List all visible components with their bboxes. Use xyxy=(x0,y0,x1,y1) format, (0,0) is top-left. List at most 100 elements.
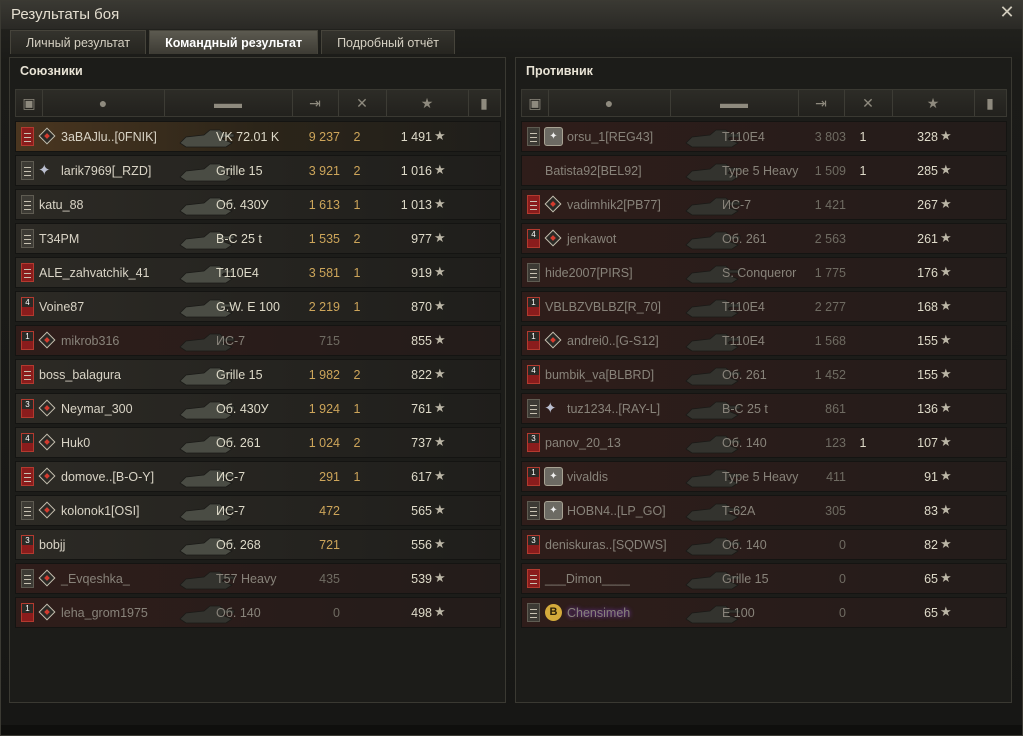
tank-icon[interactable]: ▬▬ xyxy=(670,90,799,116)
player-row[interactable]: ALE_zahvatchik_41 T110E4 3 581 1 919 ★ xyxy=(15,257,501,288)
damage-icon[interactable]: ⇥ xyxy=(292,90,339,116)
player-row[interactable]: Batista92[BEL92] Type 5 Heavy 1 509 1 285 ★ xyxy=(521,155,1007,186)
achievement-diamond-icon xyxy=(38,399,56,417)
player-row[interactable]: 1 andrei0..[G-S12] T110E4 1 568 155 ★ xyxy=(521,325,1007,356)
rank-stripe xyxy=(24,379,31,380)
tab-personal-result[interactable]: Личный результат xyxy=(10,30,147,54)
clan-emblem-icon: ✦ xyxy=(544,467,563,486)
tank-name: Об. 261 xyxy=(216,436,261,450)
tank-icon[interactable]: ▬▬ xyxy=(164,90,293,116)
xp-star-icon: ★ xyxy=(434,196,446,211)
player-name: orsu_1[REG43] xyxy=(567,130,654,144)
rank-badge-icon: 3 xyxy=(21,535,34,554)
player-name: bumbik_va[BLBRD] xyxy=(545,368,655,382)
frags-icon[interactable]: ✕ xyxy=(844,90,893,116)
gold-badge-icon: B xyxy=(545,604,562,621)
player-row[interactable]: 4 jenkawot Об. 261 2 563 261 ★ xyxy=(521,223,1007,254)
player-row[interactable]: ___Dimon____ Grille 15 0 65 ★ xyxy=(521,563,1007,594)
tank-name: Grille 15 xyxy=(216,164,263,178)
xp-star-icon[interactable]: ★ xyxy=(386,90,469,116)
xp-star-icon[interactable]: ★ xyxy=(892,90,975,116)
damage-value: 1 982 xyxy=(308,368,340,382)
rank-badge-icon xyxy=(527,127,540,146)
player-row[interactable]: 1 ✦ vivaldis Type 5 Heavy 411 91 ★ xyxy=(521,461,1007,492)
player-row[interactable]: hide2007[PIRS] S. Conqueror 1 775 176 ★ xyxy=(521,257,1007,288)
xp-star-icon: ★ xyxy=(434,536,446,551)
frags-value: 1 xyxy=(353,266,361,280)
rank-stripe xyxy=(24,473,31,474)
medal-icon[interactable]: ▮ xyxy=(468,90,500,116)
achievement-diamond-icon xyxy=(38,127,56,145)
rank-stripe xyxy=(530,609,537,610)
player-icon[interactable]: ● xyxy=(42,90,165,116)
frags-value: 1 xyxy=(353,402,361,416)
rank-number: 1 xyxy=(22,604,33,613)
xp-star-icon: ★ xyxy=(434,604,446,619)
damage-value: 0 xyxy=(839,572,846,586)
player-row[interactable]: kolonok1[OSI] ИС-7 472 565 ★ xyxy=(15,495,501,526)
player-row[interactable]: 1 mikrob316 ИС-7 715 855 ★ xyxy=(15,325,501,356)
player-row[interactable]: boss_balagura Grille 15 1 982 2 822 ★ xyxy=(15,359,501,390)
player-row[interactable]: 3 panov_20_13 Об. 140 123 1 107 ★ xyxy=(521,427,1007,458)
player-row[interactable]: 4 Voine87 G.W. E 100 2 219 1 870 ★ xyxy=(15,291,501,322)
player-row[interactable]: 4 Huk0 Об. 261 1 024 2 737 ★ xyxy=(15,427,501,458)
rank-stripe xyxy=(530,269,537,270)
player-row[interactable]: ✦ tuz1234..[RAY-L] B-C 25 t 861 136 ★ xyxy=(521,393,1007,424)
allies-rows: 3aBAJlu..[0FNIK] VK 72.01 K9 237 2 1 491 ★ ✦ l… xyxy=(15,121,501,631)
damage-value: 411 xyxy=(826,470,846,484)
player-row[interactable]: 4 bumbik_va[BLBRD] Об. 261 1 452 155 ★ xyxy=(521,359,1007,390)
player-row[interactable]: ✦ larik7969[_RZD] Grille 15 3 921 2 1 016 ★ xyxy=(15,155,501,186)
damage-value: 1 924 xyxy=(308,402,340,416)
rank-number: 4 xyxy=(528,366,539,375)
tank-name: Об. 268 xyxy=(216,538,261,552)
player-name: leha_grom1975 xyxy=(61,606,148,620)
player-row[interactable]: 1 leha_grom1975 Об. 140 0 498 ★ xyxy=(15,597,501,628)
player-row[interactable]: 1 VBLBZVBLBZ[R_70] T110E4 2 277 168 ★ xyxy=(521,291,1007,322)
rank-icon[interactable]: ▣ xyxy=(522,90,549,116)
damage-value: 1 568 xyxy=(814,334,846,348)
player-row[interactable]: 3 Neymar_300 Об. 430У 1 924 1 761 ★ xyxy=(15,393,501,424)
rank-badge-icon xyxy=(527,603,540,622)
player-row[interactable]: 3 bobjj Об. 268 721 556 ★ xyxy=(15,529,501,560)
player-row[interactable]: _Evqeshka_ T57 Heavy 435 539 ★ xyxy=(15,563,501,594)
xp-value: 65 xyxy=(924,606,938,620)
medal-icon[interactable]: ▮ xyxy=(974,90,1006,116)
clan-emblem-icon: ✦ xyxy=(544,127,563,146)
rank-stripe xyxy=(24,273,31,274)
player-name: kolonok1[OSI] xyxy=(61,504,140,518)
player-name: hide2007[PIRS] xyxy=(545,266,633,280)
frags-icon[interactable]: ✕ xyxy=(338,90,387,116)
rank-icon[interactable]: ▣ xyxy=(16,90,43,116)
frags-value: 1 xyxy=(353,198,361,212)
xp-value: 556 xyxy=(411,538,432,552)
player-row[interactable]: ✦ orsu_1[REG43] T110E4 3 803 1 328 ★ xyxy=(521,121,1007,152)
damage-value: 2 277 xyxy=(814,300,846,314)
rank-stripe xyxy=(24,209,31,210)
player-row[interactable]: 3 deniskuras..[SQDWS] Об. 140 0 82 ★ xyxy=(521,529,1007,560)
damage-icon[interactable]: ⇥ xyxy=(798,90,845,116)
clan-emblem-icon: ✦ xyxy=(38,162,51,179)
xp-star-icon: ★ xyxy=(434,468,446,483)
player-icon[interactable]: ● xyxy=(548,90,671,116)
tank-name: Об. 140 xyxy=(722,436,767,450)
tank-name: Type 5 Heavy xyxy=(722,470,799,484)
xp-value: 565 xyxy=(411,504,432,518)
player-row[interactable]: B Chensimeh E 100 0 65 ★ xyxy=(521,597,1007,628)
frags-value: 2 xyxy=(353,130,361,144)
player-row[interactable]: katu_88 Об. 430У 1 613 1 1 013 ★ xyxy=(15,189,501,220)
frags-value: 1 xyxy=(353,300,361,314)
player-row[interactable]: domove..[B-O-Y] ИС-7 291 1 617 ★ xyxy=(15,461,501,492)
player-name: HOBN4..[LP_GO] xyxy=(567,504,666,518)
close-icon[interactable]: ✕ xyxy=(998,3,1016,21)
rank-badge-icon: 4 xyxy=(527,229,540,248)
player-row[interactable]: ✦ HOBN4..[LP_GO] T-62A 305 83 ★ xyxy=(521,495,1007,526)
tank-name: Об. 140 xyxy=(216,606,261,620)
player-row[interactable]: 3aBAJlu..[0FNIK] VK 72.01 K 9 237 2 1 491 ★ xyxy=(15,121,501,152)
rank-badge-icon: 3 xyxy=(21,399,34,418)
xp-value: 107 xyxy=(917,436,938,450)
tab-team-result[interactable]: Командный результат xyxy=(149,30,319,54)
player-row[interactable]: vadimhik2[PB77] ИС-7 1 421 267 ★ xyxy=(521,189,1007,220)
tab-detailed-report[interactable]: Подробный отчёт xyxy=(321,30,456,54)
player-row[interactable]: T34PM B-C 25 t 1 535 2 977 ★ xyxy=(15,223,501,254)
xp-star-icon: ★ xyxy=(940,298,952,313)
